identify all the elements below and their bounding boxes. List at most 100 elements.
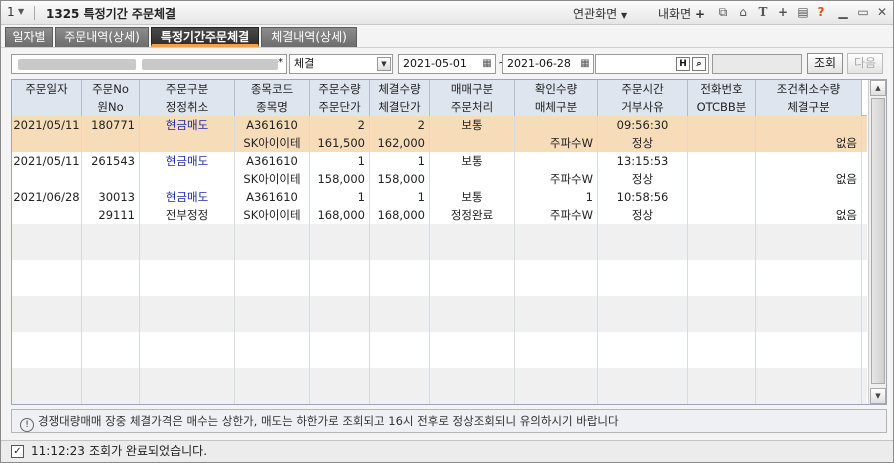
empty-cell [235,368,310,386]
close-icon[interactable]: ✕ [874,4,890,20]
next-button[interactable]: 다음 [847,53,883,74]
window-number[interactable]: 1 [7,5,15,19]
empty-cell [310,368,370,386]
empty-cell [370,260,430,278]
vertical-scrollbar[interactable]: ▲ ▼ [868,80,886,404]
empty-row[interactable] [12,224,867,242]
help-icon[interactable]: ? [813,4,829,20]
table-cell [12,206,82,224]
column-header[interactable]: 주문시간 [598,80,688,98]
print-icon[interactable]: ▤ [795,4,811,20]
empty-cell [370,368,430,386]
table-cell: 현금매도 [140,116,235,134]
empty-cell [140,260,235,278]
column-header[interactable]: 체결단가 [370,98,430,116]
empty-cell [310,224,370,242]
empty-cell [82,332,140,350]
column-header[interactable]: 주문단가 [310,98,370,116]
column-header[interactable]: 정정취소 [140,98,235,116]
grid-header-row[interactable]: 주문일자 주문No 주문구분 종목코드 주문수량 체결수량 매매구분 확인수량 주문시간 전화번호… [12,80,867,98]
status-checkbox[interactable]: ✓ [11,445,24,458]
column-header[interactable]: 거부사유 [598,98,688,116]
date-to-field[interactable]: 2021-06-28 ▦ [502,54,594,74]
column-header[interactable]: 체결구분 [756,98,862,116]
column-header[interactable]: 종목명 [235,98,310,116]
code-history-button[interactable]: H [676,57,690,71]
window-menu-caret-icon[interactable]: ▼ [18,7,24,16]
column-header[interactable]: 매매구분 [430,80,515,98]
empty-row[interactable] [12,242,867,260]
empty-cell [12,296,82,314]
column-header[interactable]: OTCBB분 [688,98,756,116]
empty-row[interactable] [12,296,867,314]
column-header[interactable]: 주문일자 [12,80,82,98]
table-row[interactable]: SK아이이테 158,000 158,000 주파수W 정상 없음 [12,170,867,188]
column-header[interactable]: 조건취소수량 [756,80,862,98]
tab-order-detail[interactable]: 주문내역(상세) [55,27,149,47]
table-row[interactable]: 2021/06/28 30013 현금매도 A361610 1 1 보통 1 10:58:56 [12,188,867,206]
order-fill-grid: 주문일자 주문No 주문구분 종목코드 주문수량 체결수량 매매구분 확인수량 주문시간 전화번호… [11,79,887,405]
account-field[interactable]: * [11,54,287,74]
table-cell: 주파수W [515,170,598,188]
date-from-field[interactable]: 2021-05-01 ▦ [398,54,496,74]
scrollbar-thumb[interactable] [871,98,885,384]
empty-row[interactable] [12,314,867,332]
table-cell: A361610 [235,152,310,170]
tab-fill-detail[interactable]: 체결내역(상세) [261,27,357,47]
search-icon[interactable]: ⌕ [692,57,706,71]
status-select[interactable]: 체결 ▼ [289,54,393,74]
grid-header-row[interactable]: 원No 정정취소 종목명 주문단가 체결단가 주문처리 매체구분 거부사유 OTCBB분 체결구분 [12,98,867,116]
column-header[interactable]: 주문구분 [140,80,235,98]
column-header[interactable]: 주문수량 [310,80,370,98]
table-row[interactable]: 2021/05/11 261543 현금매도 A361610 1 1 보통 13:15:53 [12,152,867,170]
empty-cell [235,332,310,350]
empty-cell [688,242,756,260]
column-header[interactable]: 주문처리 [430,98,515,116]
scroll-down-icon[interactable]: ▼ [870,388,886,404]
empty-cell [140,368,235,386]
column-header[interactable]: 확인수량 [515,80,598,98]
maximize-icon[interactable]: ▭ [855,4,871,20]
empty-cell [598,332,688,350]
empty-row[interactable] [12,278,867,296]
column-header[interactable] [12,98,82,116]
column-header[interactable]: 전화번호 [688,80,756,98]
table-row[interactable]: SK아이이테 161,500 162,000 주파수W 정상 없음 [12,134,867,152]
empty-cell [430,296,515,314]
search-button[interactable]: 조회 [807,53,843,74]
table-row[interactable]: 2021/05/11 180771 현금매도 A361610 2 2 보통 09:56:30 [12,116,867,134]
column-header[interactable]: 종목코드 [235,80,310,98]
column-header[interactable]: 체결수량 [370,80,430,98]
column-header[interactable]: 주문No [82,80,140,98]
empty-cell [235,260,310,278]
chevron-down-icon[interactable]: ▼ [377,57,391,71]
calendar-icon[interactable]: ▦ [578,57,592,71]
lock-icon[interactable]: ⌂ [735,4,751,20]
text-size-icon[interactable]: T [755,4,771,20]
table-row[interactable]: 29111 전부정정 SK아이이테 168,000 168,000 정정완료 주파수W 정상 없… [12,206,867,224]
empty-row[interactable] [12,332,867,350]
table-cell: 1 [370,152,430,170]
column-header[interactable]: 매체구분 [515,98,598,116]
empty-row[interactable] [12,260,867,278]
empty-row[interactable] [12,386,867,404]
table-cell: 261543 [82,152,140,170]
tab-period-order-fill[interactable]: 특정기간주문체결 [151,27,259,47]
screen-link-icon[interactable]: ⧉ [715,4,731,20]
column-header[interactable]: 원No [82,98,140,116]
table-cell: 1 [515,188,598,206]
my-screen-menu[interactable]: 내화면 + [658,5,705,22]
add-icon[interactable]: + [775,4,791,20]
table-cell: 13:15:53 [598,152,688,170]
empty-cell [310,350,370,368]
calendar-icon[interactable]: ▦ [480,57,494,71]
table-cell: 180771 [82,116,140,134]
tab-daily[interactable]: 일자별 [5,27,53,47]
stock-code-field[interactable]: H ⌕ [595,54,709,74]
empty-cell [598,224,688,242]
empty-row[interactable] [12,368,867,386]
minimize-icon[interactable]: ▁ [835,4,851,20]
related-screen-menu[interactable]: 연관화면 ▼ [573,5,627,22]
scroll-up-icon[interactable]: ▲ [870,80,886,96]
empty-row[interactable] [12,350,867,368]
